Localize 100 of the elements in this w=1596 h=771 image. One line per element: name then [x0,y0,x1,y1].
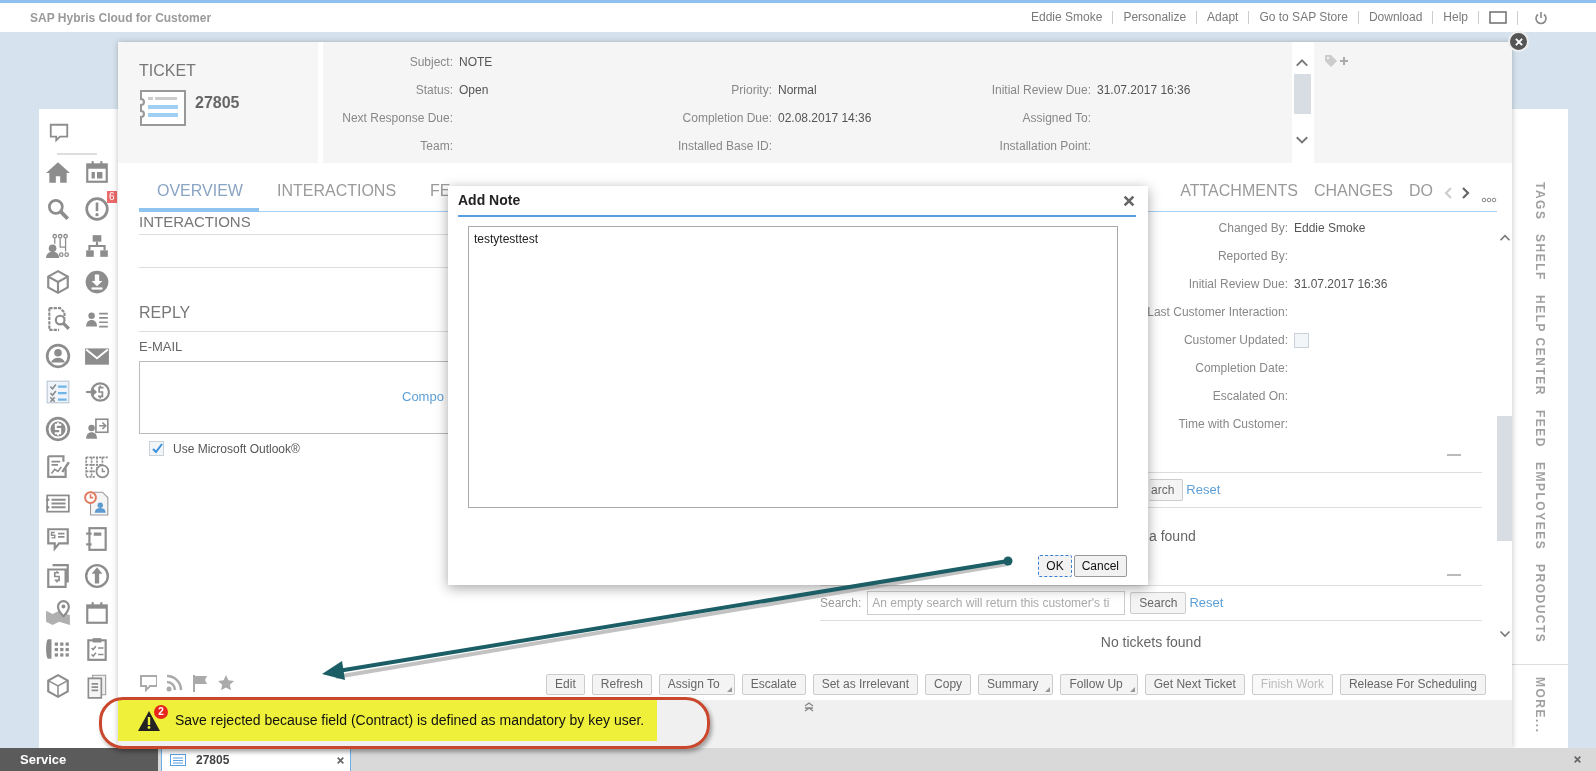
side-tab[interactable]: PRODUCTS [1531,564,1549,644]
toolbar-button[interactable]: Escalate [741,674,806,695]
field-label: Team: [419,138,453,155]
note-field[interactable]: testytesttest [468,226,1118,508]
top-link[interactable]: Download [1357,11,1433,24]
field-value: Normal [778,82,818,99]
collapse-icon[interactable] [1446,572,1462,577]
reset-link[interactable]: Reset [1189,593,1224,613]
field-label: Installed Base ID: [676,138,772,155]
checklist-icon[interactable] [45,379,71,406]
org-chart-icon[interactable] [83,232,110,259]
close-icon[interactable] [336,755,345,765]
checkbox-label: Use Microsoft Outlook® [173,440,300,458]
ticket-number: 27805 [195,93,240,113]
star-icon[interactable] [217,674,235,692]
notebook-icon[interactable] [83,526,110,553]
chat-icon[interactable] [139,674,157,692]
field-value: Open [459,82,490,99]
tab[interactable]: INTERACTIONS [258,182,413,212]
toolbar-button[interactable]: Set as Irrelevant [812,674,919,695]
toolbar-button[interactable]: Follow Up [1060,674,1138,695]
reset-link[interactable]: Reset [1186,480,1221,500]
tab[interactable]: CHANGES [1303,182,1399,212]
top-link[interactable]: Help [1432,11,1478,24]
map-pin-icon[interactable] [45,599,71,626]
top-link[interactable]: Eddie Smoke [1021,11,1113,24]
cube-icon[interactable] [45,269,71,296]
alert-icon[interactable] [83,196,110,223]
side-tab[interactable]: HELP CENTER [1531,295,1549,397]
toolbar-button[interactable]: Release For Scheduling [1339,674,1486,695]
search-button[interactable]: Search [1130,592,1187,614]
dialog-button[interactable]: OK [1038,555,1072,577]
top-link[interactable]: Adapt [1196,11,1249,24]
power-icon[interactable] [1534,10,1548,25]
collapse-icon[interactable] [1446,453,1462,457]
notification-badge: 6 [106,191,117,204]
people-network-icon[interactable] [45,232,71,259]
search-field[interactable]: An empty search will return this customer's ti [867,591,1126,615]
side-tab[interactable]: TAGS [1531,182,1549,221]
download-icon[interactable] [83,269,110,296]
calendar-icon[interactable] [83,159,110,186]
document-search-icon[interactable] [45,306,71,333]
field-label: Completion Date: [1194,360,1289,377]
document-chart-icon[interactable] [45,452,71,479]
box-icon[interactable] [45,672,71,699]
window-icon[interactable] [1489,11,1507,24]
scrollbar-thumb[interactable] [1497,416,1512,541]
dollar-document-icon[interactable] [45,562,71,589]
chevron-icon [802,700,816,713]
more-icon[interactable] [1481,197,1497,203]
field-label: Status: [414,82,453,99]
side-tab[interactable]: SHELF [1531,234,1549,282]
field-value: Eddie Smoke [1294,220,1366,237]
side-tab[interactable]: FEED [1531,410,1549,449]
field-value: NOTE [459,54,494,71]
tab-label: 27805 [196,752,230,769]
search-icon[interactable] [45,196,71,223]
top-link[interactable]: Personalize [1112,11,1197,24]
flag-icon[interactable] [191,674,209,692]
work-center-tab[interactable]: Service [0,748,158,771]
toolbar-button[interactable]: Summary [978,674,1054,695]
scrollbar-thumb[interactable] [1293,74,1311,114]
chat-icon[interactable] [47,122,71,144]
count-badge: 2 [154,704,168,719]
tab[interactable]: DO [1399,182,1439,212]
field-value: 31.07.2017 16:36 [1294,276,1388,293]
calendar-icon[interactable] [83,599,110,626]
top-link[interactable]: Go to SAP Store [1248,11,1358,24]
toolbar-button[interactable]: Edit [546,674,585,695]
field-label: Customer Updated: [1182,332,1289,349]
checkbox[interactable] [1294,332,1309,348]
error-message: Save rejected because field (Contract) is defined as mandatory by key user. [175,711,645,730]
dialog-button[interactable]: Cancel [1073,555,1127,577]
field-label: Installation Point: [998,138,1091,155]
close-button[interactable] [1122,193,1136,208]
scroll-right-icon[interactable] [1461,186,1471,200]
side-tab[interactable]: MORE... [1531,676,1549,734]
toolbar-button[interactable]: Get Next Ticket [1144,674,1245,695]
close-icon [1513,36,1524,47]
dollar-chat-icon[interactable] [45,526,71,553]
field-label: Priority: [730,82,772,99]
field-label: Completion Due: [681,110,772,127]
toolbar-button[interactable]: Refresh [591,674,652,695]
compose-link[interactable]: Compo [402,387,444,407]
close-icon[interactable] [1573,755,1582,764]
side-tab[interactable]: EMPLOYEES [1531,462,1549,551]
toolbar-button[interactable]: Copy [925,674,972,695]
dollar-coin-icon[interactable] [45,416,71,443]
field-label: Time with Customer: [1177,416,1289,433]
document-person-icon[interactable] [83,489,110,516]
dialog-title: Add Note [458,191,521,210]
add-tag-icon[interactable] [1324,54,1350,68]
document-tab[interactable]: 27805 [161,748,351,771]
tab[interactable]: ATTACHMENTS [1170,182,1304,212]
search-button[interactable]: arch [1149,479,1184,501]
tab[interactable]: OVERVIEW [139,182,259,212]
rss-icon[interactable] [165,674,183,692]
person-circle-icon[interactable] [45,342,71,369]
checkbox[interactable] [149,441,164,456]
toolbar-button[interactable]: Assign To [658,674,735,695]
